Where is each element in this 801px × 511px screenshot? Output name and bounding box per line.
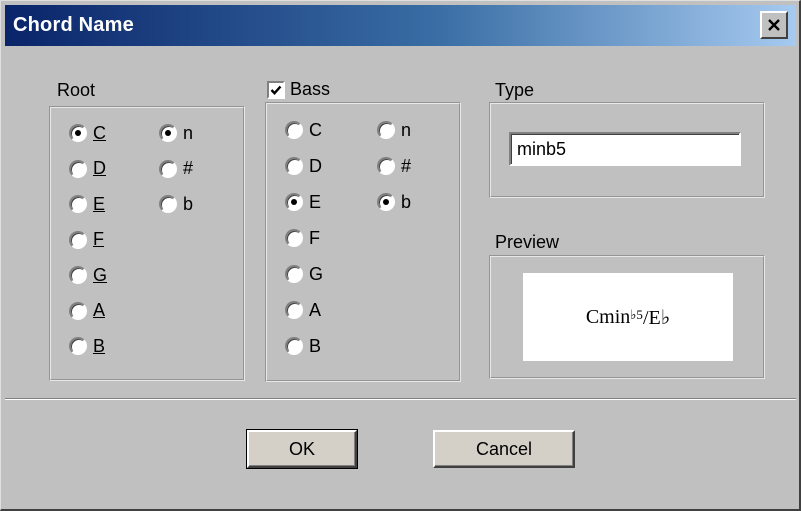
bass-note-radio[interactable]: E [285,190,321,214]
radio-button-icon[interactable] [159,124,177,142]
root-note-radio[interactable]: F [69,228,104,252]
bass-note-radio[interactable]: C [285,118,322,142]
root-accidental-radio[interactable]: b [159,192,193,216]
root-group-label: Root [55,80,98,101]
root-accidental-radio-label: b [183,193,194,214]
radio-button-icon[interactable] [285,193,303,211]
preview-group-label: Preview [493,232,562,253]
radio-button-icon[interactable] [69,266,87,284]
root-note-radio-label: A [93,300,106,320]
radio-button-icon[interactable] [285,337,303,355]
bass-note-radio[interactable]: D [285,154,322,178]
root-note-radio[interactable]: E [69,192,105,216]
root-accidental-radio[interactable]: n [159,121,193,145]
close-icon [768,19,780,31]
radio-button-icon[interactable] [69,124,87,142]
bass-note-radio[interactable]: G [285,262,323,286]
root-note-radio[interactable]: D [69,157,106,181]
preview-root-type: Cmin [585,305,631,328]
radio-button-icon[interactable] [377,193,395,211]
root-accidental-radio-label: n [183,122,194,143]
radio-button-icon[interactable] [69,230,87,249]
chord-name-dialog: Chord Name Root CDEFGAB n # b Bass CDEFGAB… [0,0,801,511]
bass-note-radio-label: F [309,227,320,248]
radio-button-icon[interactable] [159,195,177,213]
close-button[interactable] [760,11,788,39]
bass-note-radio-label: G [309,263,324,284]
root-note-radio-label: F [93,229,104,249]
root-note-radio[interactable]: G [69,263,107,287]
bass-checkbox-label: Bass [290,79,331,99]
radio-button-icon[interactable] [69,337,87,355]
root-note-radio-label: D [93,158,106,178]
bass-checkbox[interactable]: Bass [267,79,334,100]
radio-button-icon[interactable] [69,159,87,178]
dialog-body: Root CDEFGAB n#b Bass CDEFGAB n#b Type P… [5,46,796,506]
bass-note-radio[interactable]: A [285,298,321,322]
radio-button-icon[interactable] [377,121,395,139]
radio-button-icon[interactable] [285,229,303,247]
bass-accidental-radio[interactable]: n [377,118,411,142]
bass-note-radio-label: E [309,191,322,212]
bass-note-radio[interactable]: B [285,334,321,358]
bass-accidental-radio-label: # [401,155,412,176]
cancel-button[interactable]: Cancel [433,430,575,468]
bass-accidental-radio[interactable]: # [377,154,411,178]
preview-alteration: ♭5 [630,307,643,322]
bass-note-radio-label: A [309,299,322,320]
preview-bass: /E♭ [642,306,671,329]
root-note-radio[interactable]: B [69,334,105,358]
radio-button-icon[interactable] [285,121,303,139]
root-note-radio[interactable]: A [69,299,105,323]
type-input[interactable] [509,132,741,166]
root-note-radio-label: B [93,335,106,356]
radio-button-icon[interactable] [69,301,87,320]
radio-button-icon[interactable] [159,159,177,178]
radio-button-icon[interactable] [285,157,303,175]
radio-button-icon[interactable] [285,301,303,319]
radio-button-icon[interactable] [377,157,395,175]
bass-note-radio[interactable]: F [285,226,320,250]
checkmark-icon [270,85,282,95]
root-accidental-radio[interactable]: # [159,157,193,181]
type-group-label: Type [493,80,537,101]
bass-note-radio-label: C [309,119,322,140]
bass-note-radio-label: D [309,155,322,176]
radio-button-icon[interactable] [285,265,303,283]
button-separator [5,398,796,400]
title-bar[interactable]: Chord Name [5,5,796,46]
root-note-radio[interactable]: C [69,121,106,145]
ok-button[interactable]: OK [246,429,358,469]
bass-accidental-radio[interactable]: b [377,190,411,214]
bass-note-radio-label: B [309,335,322,356]
dialog-title: Chord Name [13,14,134,36]
root-note-radio-label: E [93,193,106,214]
root-accidental-radio-label: # [183,158,194,178]
root-note-radio-label: C [93,122,106,143]
root-note-radio-label: G [93,264,108,285]
chord-preview: Cmin ♭5/E♭ [523,273,733,361]
bass-accidental-radio-label: n [401,119,412,140]
radio-button-icon[interactable] [69,195,87,213]
bass-accidental-radio-label: b [401,191,412,212]
bass-checkbox-box[interactable] [267,80,285,99]
